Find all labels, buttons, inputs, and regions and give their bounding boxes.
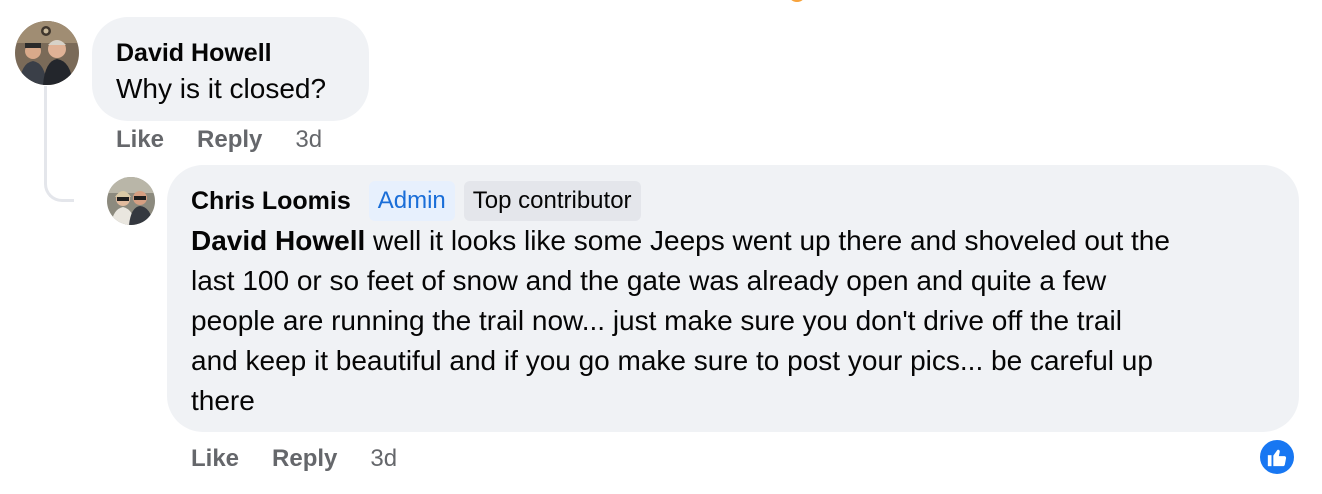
mention-link[interactable]: David Howell (191, 225, 365, 256)
comment-text-line: David Howell well it looks like some Jee… (191, 221, 1275, 261)
avatar[interactable] (107, 177, 155, 225)
comment-author[interactable]: David Howell (116, 37, 345, 69)
comment-text-line-content: well it looks like some Jeeps went up th… (365, 225, 1170, 256)
thumbs-up-icon (1267, 449, 1287, 467)
avatar-photo-chris (107, 177, 155, 225)
comment-bubble: Chris Loomis Admin Top contributor David… (167, 165, 1299, 432)
comment-text-line: there (191, 385, 255, 416)
comment-timestamp[interactable]: 3d (370, 443, 397, 475)
comment-author[interactable]: Chris Loomis (191, 185, 351, 217)
avatar-photo-david (15, 21, 79, 85)
notification-dot (788, 0, 806, 2)
like-button[interactable]: Like (191, 443, 239, 475)
thread-connector-line (44, 86, 74, 202)
comment-bubble: David Howell Why is it closed? (92, 17, 369, 121)
admin-badge: Admin (368, 181, 455, 221)
comment-header: Chris Loomis Admin Top contributor (191, 181, 1275, 221)
comment-text-line: people are running the trail now... just… (191, 305, 1122, 336)
top-contributor-badge: Top contributor (463, 181, 641, 221)
reply-button[interactable]: Reply (197, 124, 262, 156)
comment-actions: Like Reply 3d (191, 443, 397, 475)
reaction-summary[interactable] (1258, 438, 1296, 476)
comment-text: Why is it closed? (116, 73, 327, 104)
comment-text-line: last 100 or so feet of snow and the gate… (191, 265, 1107, 296)
like-button[interactable]: Like (116, 124, 164, 156)
avatar[interactable] (15, 21, 79, 85)
reply-button[interactable]: Reply (272, 443, 337, 475)
comment-text: David Howell well it looks like some Jee… (191, 221, 1275, 421)
comment-text-line: and keep it beautiful and if you go make… (191, 345, 1153, 376)
comment-timestamp[interactable]: 3d (295, 124, 322, 156)
comment-actions: Like Reply 3d (116, 124, 322, 156)
